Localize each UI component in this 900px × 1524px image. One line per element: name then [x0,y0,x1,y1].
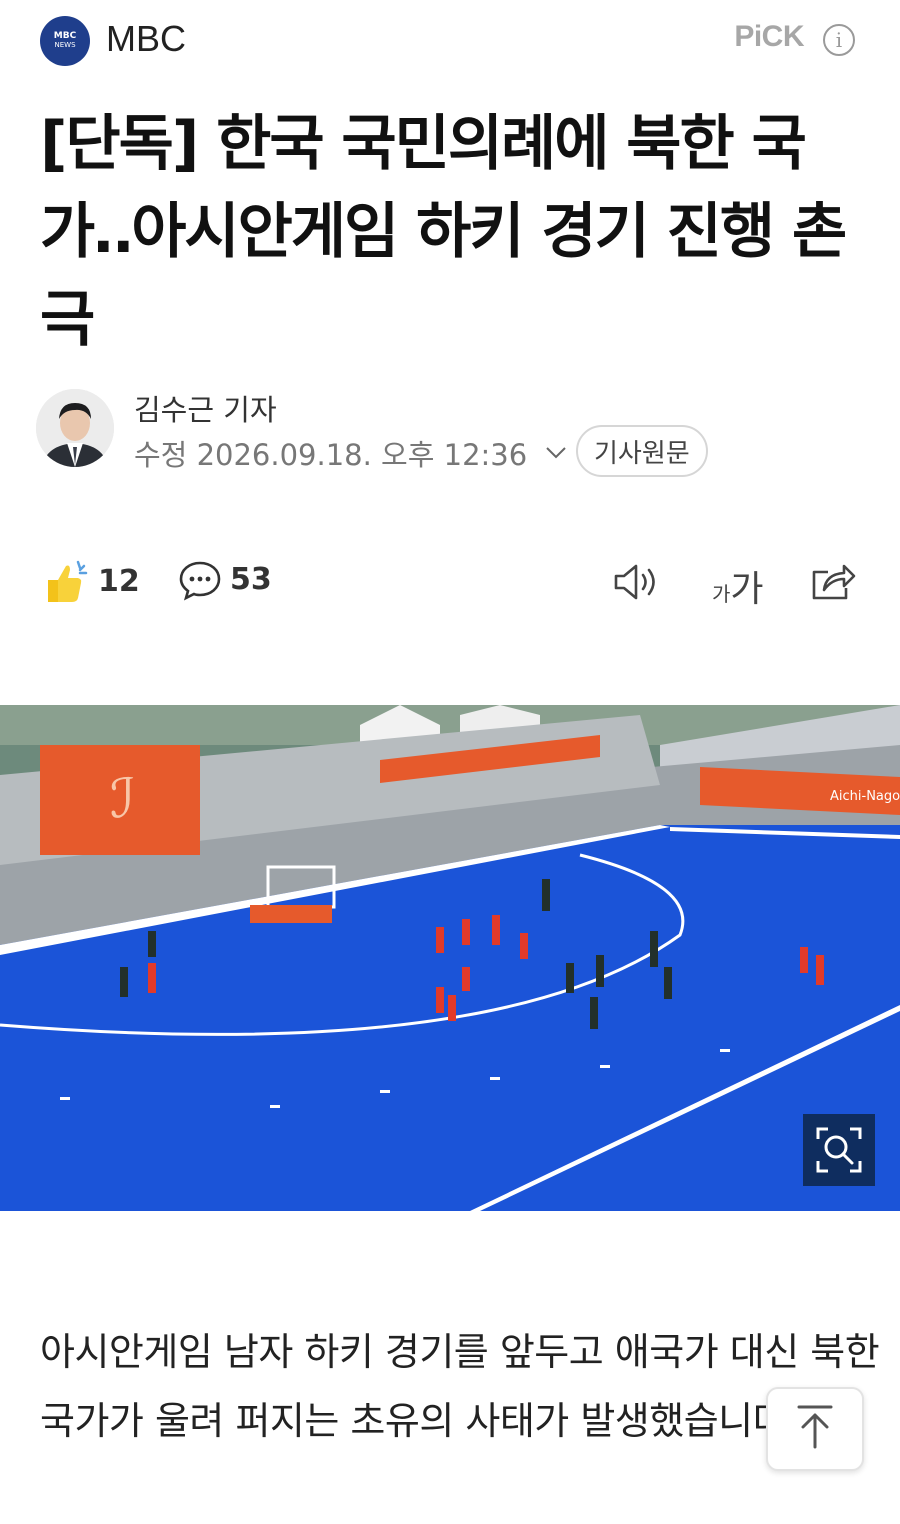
comment-count: 53 [230,562,272,597]
comment-icon[interactable] [178,558,222,606]
article-body: 아시안게임 남자 하키 경기를 앞두고 애국가 대신 북한 국가가 울려 퍼지는… [40,1330,880,1443]
press-name[interactable]: MBC [106,18,186,60]
info-icon[interactable]: i [823,24,855,56]
like-count: 12 [98,564,140,599]
article-header: MBC NEWS MBC PiCK i [0,0,900,82]
pick-badge: PiCK [734,20,804,53]
photo-banner-text: Aichi-Nagoya 2026 [830,789,900,804]
original-article-button[interactable]: 기사원문 [576,425,708,477]
article-photo[interactable]: ℐ Aichi-Nagoya 2026 [0,705,900,1211]
press-logo[interactable]: MBC NEWS [40,16,90,66]
like-icon[interactable] [42,558,90,610]
font-size-big-label: 가 [730,569,764,610]
article-date: 수정 2026.09.18. 오후 12:36 [134,432,567,474]
zoom-icon[interactable] [803,1114,875,1186]
article-title: [단독] 한국 국민의례에 북한 국가‥아시안게임 하키 경기 진행 촌극 [40,109,847,355]
font-size-button[interactable]: 가가 [712,560,764,612]
date-text: 수정 2026.09.18. 오후 12:36 [134,438,528,472]
reporter-name[interactable]: 김수근 기자 [134,387,277,429]
svg-text:ℐ: ℐ [110,767,135,830]
action-bar: 12 53 가가 [0,550,900,614]
reporter-avatar[interactable] [36,389,114,467]
font-size-small-label: 가 [712,582,731,606]
speaker-icon[interactable] [612,562,662,606]
arrow-up-icon [795,1403,835,1455]
share-icon[interactable] [810,560,856,606]
chevron-down-icon[interactable] [545,441,567,466]
scroll-top-button[interactable] [766,1387,864,1471]
